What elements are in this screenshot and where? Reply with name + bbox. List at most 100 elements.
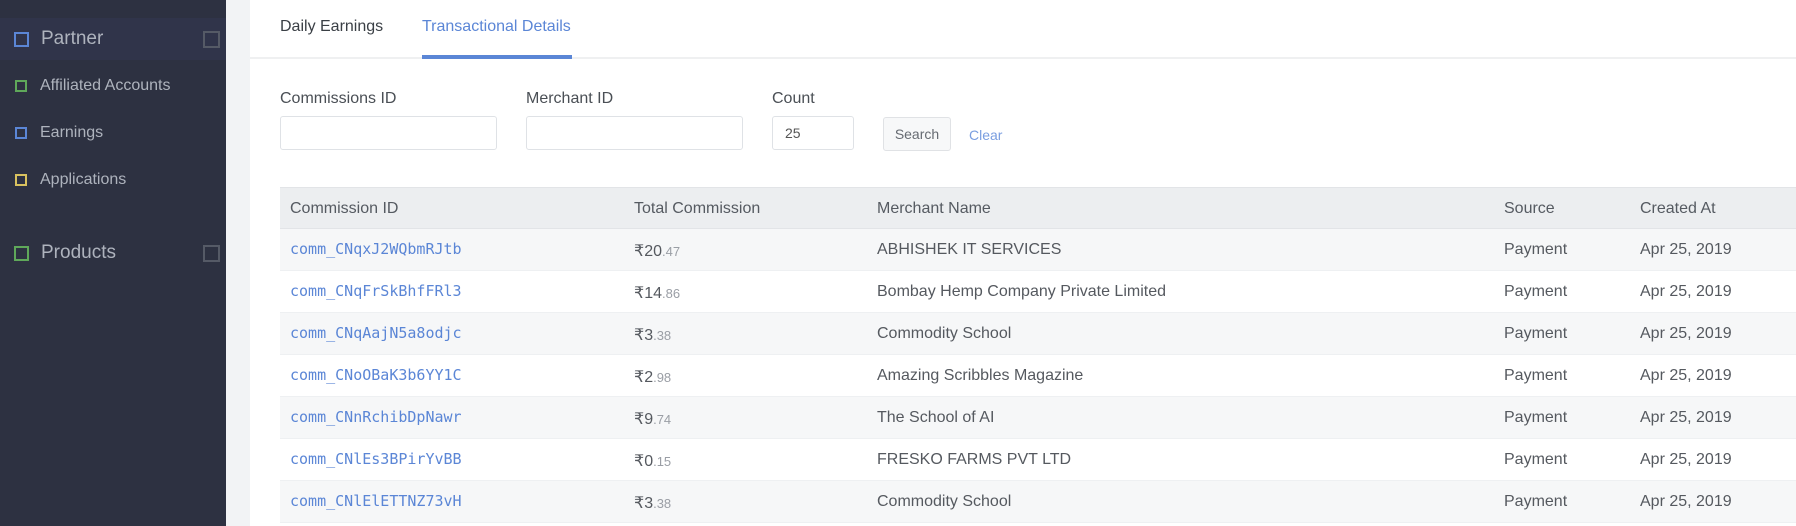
merchant-name-cell: Commodity School	[877, 493, 1012, 510]
amount-fraction: .38	[653, 328, 672, 343]
commissions-id-label: Commissions ID	[280, 90, 397, 107]
table-row[interactable]: comm_CNnRchibDpNawr ₹9.74 The School of AI…	[280, 397, 1796, 439]
amount-fraction: .47	[661, 244, 681, 259]
sidebar-item-label: Applications	[40, 171, 127, 188]
clear-link[interactable]: Clear	[969, 127, 1002, 143]
created-at-cell: Apr 25, 2019	[1640, 493, 1732, 510]
merchant-name-cell: ABHISHEK IT SERVICES	[877, 241, 1062, 258]
partner-square-icon	[14, 31, 29, 47]
created-at-cell: Apr 25, 2019	[1640, 409, 1732, 426]
table-header: Commission ID Total Commission Merchant …	[280, 187, 1796, 229]
table-row[interactable]: comm_CNlElETTNZ73vH ₹3.38 Commodity School…	[280, 481, 1796, 523]
table-row[interactable]: comm_CNlEs3BPirYvBB ₹0.15 FRESKO FARMS PVT…	[280, 439, 1796, 481]
total-commission-cell: ₹14.86	[634, 283, 680, 303]
amount-integer: 0	[644, 453, 654, 470]
sidebar-section-partner[interactable]: Partner	[0, 18, 226, 60]
column-header-commission-id[interactable]: Commission ID	[290, 200, 398, 218]
total-commission-cell: ₹9.74	[634, 409, 671, 429]
merchant-name-cell: Commodity School	[877, 325, 1012, 342]
collapse-toggle-icon[interactable]	[203, 30, 220, 48]
total-commission-cell: ₹3.38	[634, 325, 671, 345]
merchant-name-cell: Amazing Scribbles Magazine	[877, 367, 1084, 384]
table-body: comm_CNqxJ2WQbmRJtb ₹20.47 ABHISHEK IT SER…	[280, 229, 1796, 523]
amount-integer: 9	[644, 411, 654, 428]
source-cell: Payment	[1504, 409, 1568, 426]
currency-symbol: ₹	[634, 495, 645, 512]
sidebar-section-products[interactable]: Products	[0, 232, 226, 274]
column-header-created-at[interactable]: Created At	[1640, 200, 1716, 218]
currency-symbol: ₹	[634, 369, 645, 386]
collapse-toggle-icon[interactable]	[203, 244, 220, 262]
source-cell: Payment	[1504, 325, 1568, 342]
table-row[interactable]: comm_CNqAajN5a8odjc ₹3.38 Commodity School…	[280, 313, 1796, 355]
sidebar-item-affiliated-accounts[interactable]: Affiliated Accounts	[0, 71, 226, 101]
amount-fraction: .15	[653, 454, 672, 469]
commissions-id-input[interactable]	[280, 116, 497, 150]
total-commission-cell: ₹20.47	[634, 241, 680, 261]
commission-id-link[interactable]: comm_CNqAajN5a8odjc	[290, 324, 462, 342]
currency-symbol: ₹	[634, 285, 645, 302]
search-button[interactable]: Search	[883, 117, 951, 151]
sidebar-item-label: Earnings	[40, 124, 104, 141]
source-cell: Payment	[1504, 493, 1568, 510]
sidebar: Partner Affiliated Accounts Earnings App…	[0, 0, 226, 526]
source-cell: Payment	[1504, 367, 1568, 384]
merchant-name-cell: Bombay Hemp Company Private Limited	[877, 283, 1167, 300]
commission-id-link[interactable]: comm_CNqFrSkBhfFRl3	[290, 282, 462, 300]
merchant-id-input[interactable]	[526, 116, 743, 150]
amount-fraction: .38	[653, 496, 672, 511]
count-label: Count	[772, 90, 815, 107]
tab-bar: Daily Earnings Transactional Details	[250, 0, 1796, 59]
amount-fraction: .98	[653, 370, 672, 385]
currency-symbol: ₹	[634, 327, 645, 344]
merchant-name-cell: FRESKO FARMS PVT LTD	[877, 451, 1072, 468]
count-input[interactable]	[772, 116, 854, 150]
amount-fraction: .74	[653, 412, 672, 427]
currency-symbol: ₹	[634, 453, 645, 470]
column-header-total-commission[interactable]: Total Commission	[634, 200, 760, 218]
table-row[interactable]: comm_CNoOBaK3b6YY1C ₹2.98 Amazing Scribble…	[280, 355, 1796, 397]
amount-fraction: .86	[661, 286, 681, 301]
amount-integer: 3	[644, 495, 654, 512]
currency-symbol: ₹	[634, 411, 645, 428]
sidebar-item-earnings[interactable]: Earnings	[0, 118, 226, 148]
commissions-table: Commission ID Total Commission Merchant …	[280, 187, 1796, 523]
total-commission-cell: ₹3.38	[634, 493, 671, 513]
column-header-source[interactable]: Source	[1504, 200, 1555, 218]
table-row[interactable]: comm_CNqFrSkBhfFRl3 ₹14.86 Bombay Hemp Com…	[280, 271, 1796, 313]
sidebar-item-label: Affiliated Accounts	[40, 77, 171, 94]
column-header-merchant-name[interactable]: Merchant Name	[877, 200, 991, 218]
amount-integer: 3	[644, 327, 654, 344]
commission-id-link[interactable]: comm_CNoOBaK3b6YY1C	[290, 366, 462, 384]
affiliated-accounts-square-icon	[15, 80, 27, 92]
table-row[interactable]: comm_CNqxJ2WQbmRJtb ₹20.47 ABHISHEK IT SER…	[280, 229, 1796, 271]
sidebar-section-title: Products	[41, 242, 116, 263]
created-at-cell: Apr 25, 2019	[1640, 325, 1732, 342]
main-panel: Daily Earnings Transactional Details Com…	[250, 0, 1796, 526]
sidebar-item-applications[interactable]: Applications	[0, 165, 226, 195]
tab-daily-earnings[interactable]: Daily Earnings	[280, 18, 383, 36]
tab-transactional-details[interactable]: Transactional Details	[422, 18, 571, 36]
applications-square-icon	[15, 174, 27, 186]
source-cell: Payment	[1504, 283, 1568, 300]
merchant-name-cell: The School of AI	[877, 409, 995, 426]
source-cell: Payment	[1504, 451, 1568, 468]
amount-integer: 2	[644, 369, 654, 386]
active-tab-indicator	[422, 55, 572, 59]
source-cell: Payment	[1504, 241, 1568, 258]
commission-id-link[interactable]: comm_CNlElETTNZ73vH	[290, 492, 462, 510]
created-at-cell: Apr 25, 2019	[1640, 241, 1732, 258]
sidebar-section-title: Partner	[41, 28, 104, 49]
currency-symbol: ₹	[634, 243, 645, 260]
total-commission-cell: ₹2.98	[634, 367, 671, 387]
commission-id-link[interactable]: comm_CNnRchibDpNawr	[290, 408, 462, 426]
earnings-square-icon	[15, 127, 27, 139]
created-at-cell: Apr 25, 2019	[1640, 367, 1732, 384]
amount-integer: 20	[644, 243, 662, 260]
amount-integer: 14	[644, 285, 662, 302]
created-at-cell: Apr 25, 2019	[1640, 283, 1732, 300]
commission-id-link[interactable]: comm_CNlEs3BPirYvBB	[290, 450, 462, 468]
created-at-cell: Apr 25, 2019	[1640, 451, 1732, 468]
commission-id-link[interactable]: comm_CNqxJ2WQbmRJtb	[290, 240, 462, 258]
products-square-icon	[14, 245, 29, 261]
